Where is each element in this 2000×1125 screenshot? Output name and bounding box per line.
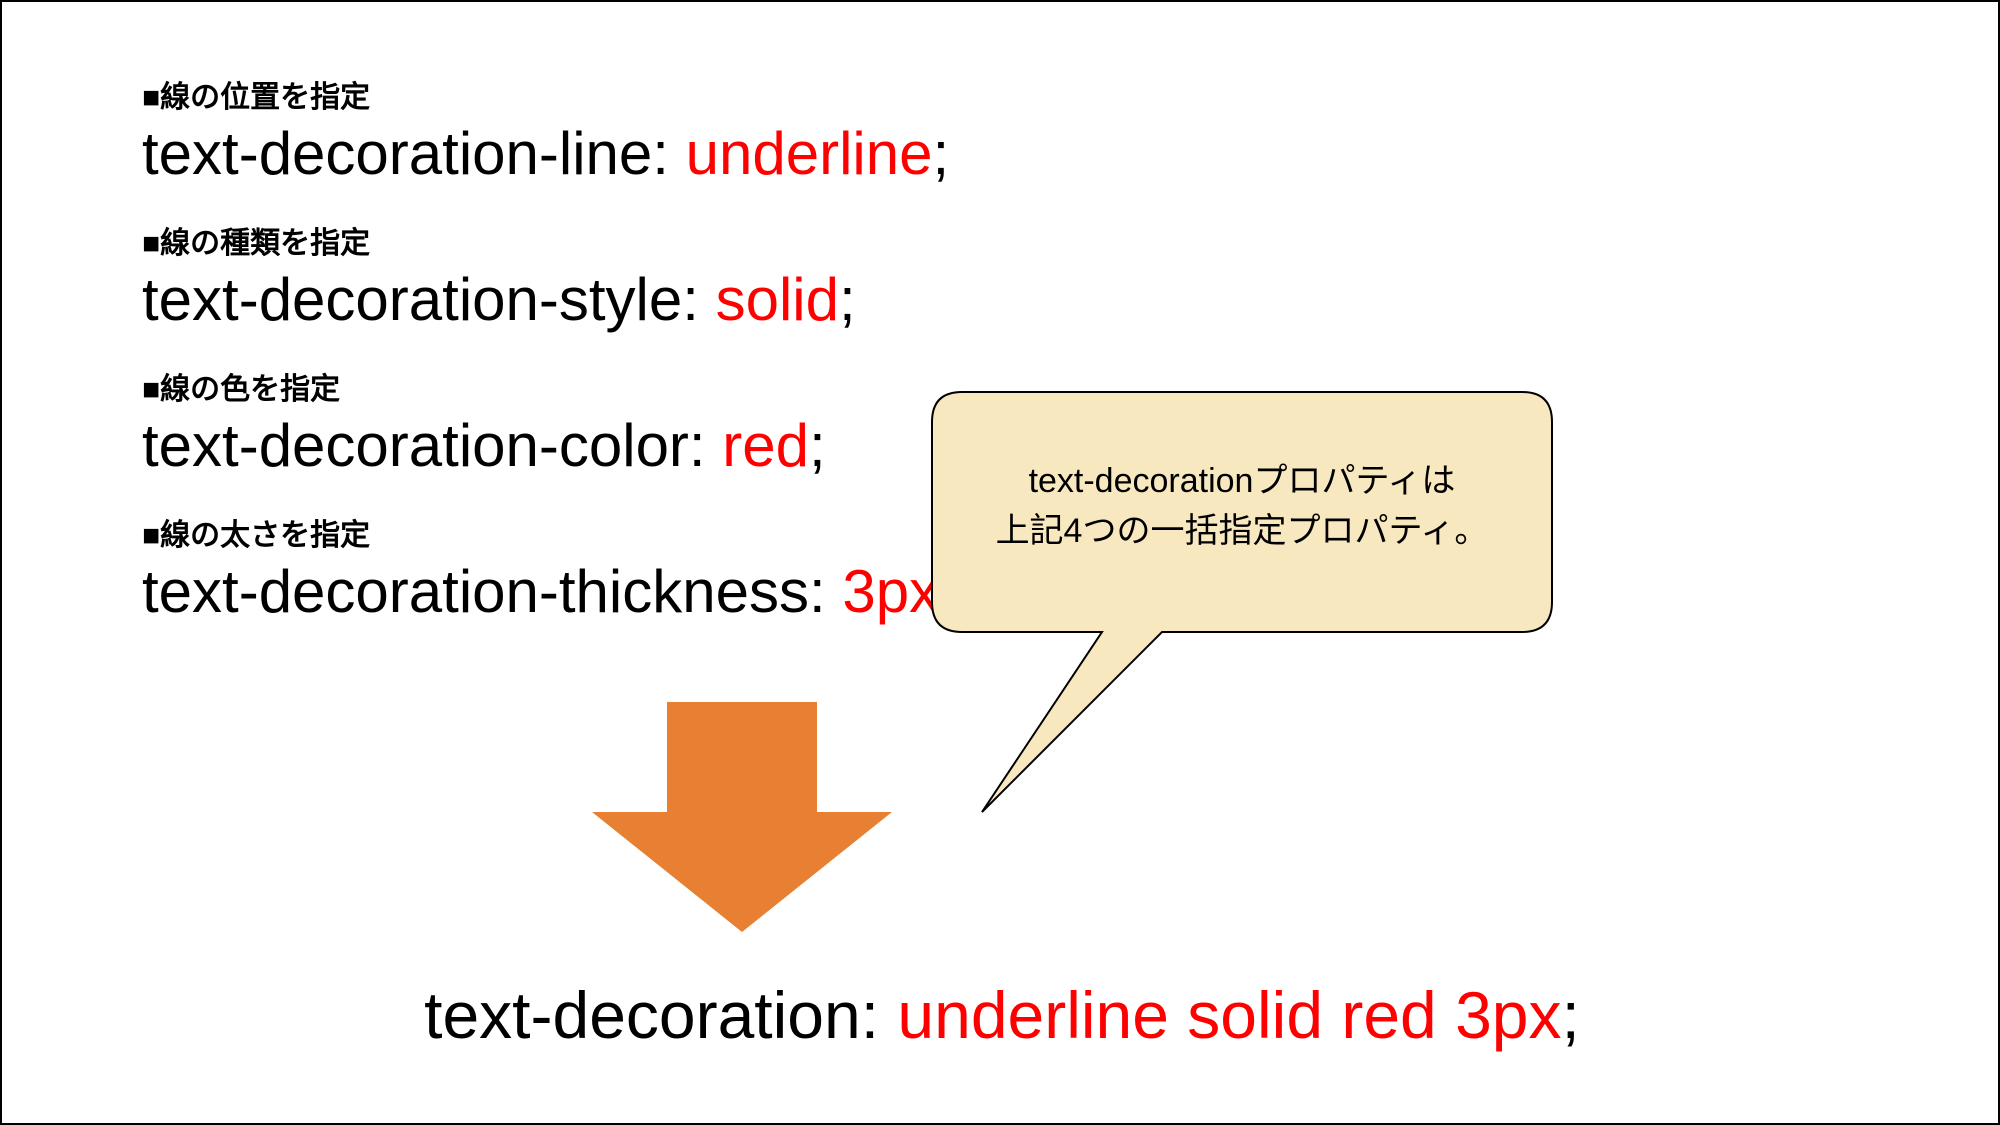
property-label: ■線の太さを指定 bbox=[142, 510, 956, 554]
property-code: text-decoration-thickness: 3px; bbox=[142, 556, 956, 628]
property-code: text-decoration-line: underline; bbox=[142, 118, 956, 190]
speech-callout: text-decorationプロパティは 上記4つの一括指定プロパティ。 bbox=[922, 382, 1562, 827]
property-value: underline bbox=[686, 120, 933, 187]
property-block: ■線の位置を指定 text-decoration-line: underline… bbox=[142, 72, 956, 190]
property-value: red bbox=[722, 412, 809, 479]
property-code: text-decoration-style: solid; bbox=[142, 264, 956, 336]
property-code: text-decoration-color: red; bbox=[142, 410, 956, 482]
property-block: ■線の色を指定 text-decoration-color: red; bbox=[142, 364, 956, 482]
shorthand-code: text-decoration: underline solid red 3px… bbox=[2, 977, 2000, 1053]
shorthand-value: underline solid red 3px bbox=[897, 978, 1561, 1052]
property-name: text-decoration-style bbox=[142, 266, 682, 333]
property-label: ■線の色を指定 bbox=[142, 364, 956, 408]
slide-container: ■線の位置を指定 text-decoration-line: underline… bbox=[0, 0, 2000, 1125]
property-label: ■線の種類を指定 bbox=[142, 218, 956, 262]
property-name: text-decoration-thickness bbox=[142, 558, 809, 625]
property-list: ■線の位置を指定 text-decoration-line: underline… bbox=[142, 72, 956, 656]
property-block: ■線の太さを指定 text-decoration-thickness: 3px; bbox=[142, 510, 956, 628]
property-name: text-decoration-line bbox=[142, 120, 652, 187]
property-name: text-decoration-color bbox=[142, 412, 689, 479]
callout-line2: 上記4つの一括指定プロパティ。 bbox=[996, 512, 1489, 550]
down-arrow-icon bbox=[592, 702, 892, 937]
property-value: solid bbox=[716, 266, 839, 333]
property-label: ■線の位置を指定 bbox=[142, 72, 956, 116]
callout-line1: text-decorationプロパティは bbox=[1029, 462, 1456, 500]
shorthand-prop: text-decoration bbox=[424, 978, 861, 1052]
property-block: ■線の種類を指定 text-decoration-style: solid; bbox=[142, 218, 956, 336]
